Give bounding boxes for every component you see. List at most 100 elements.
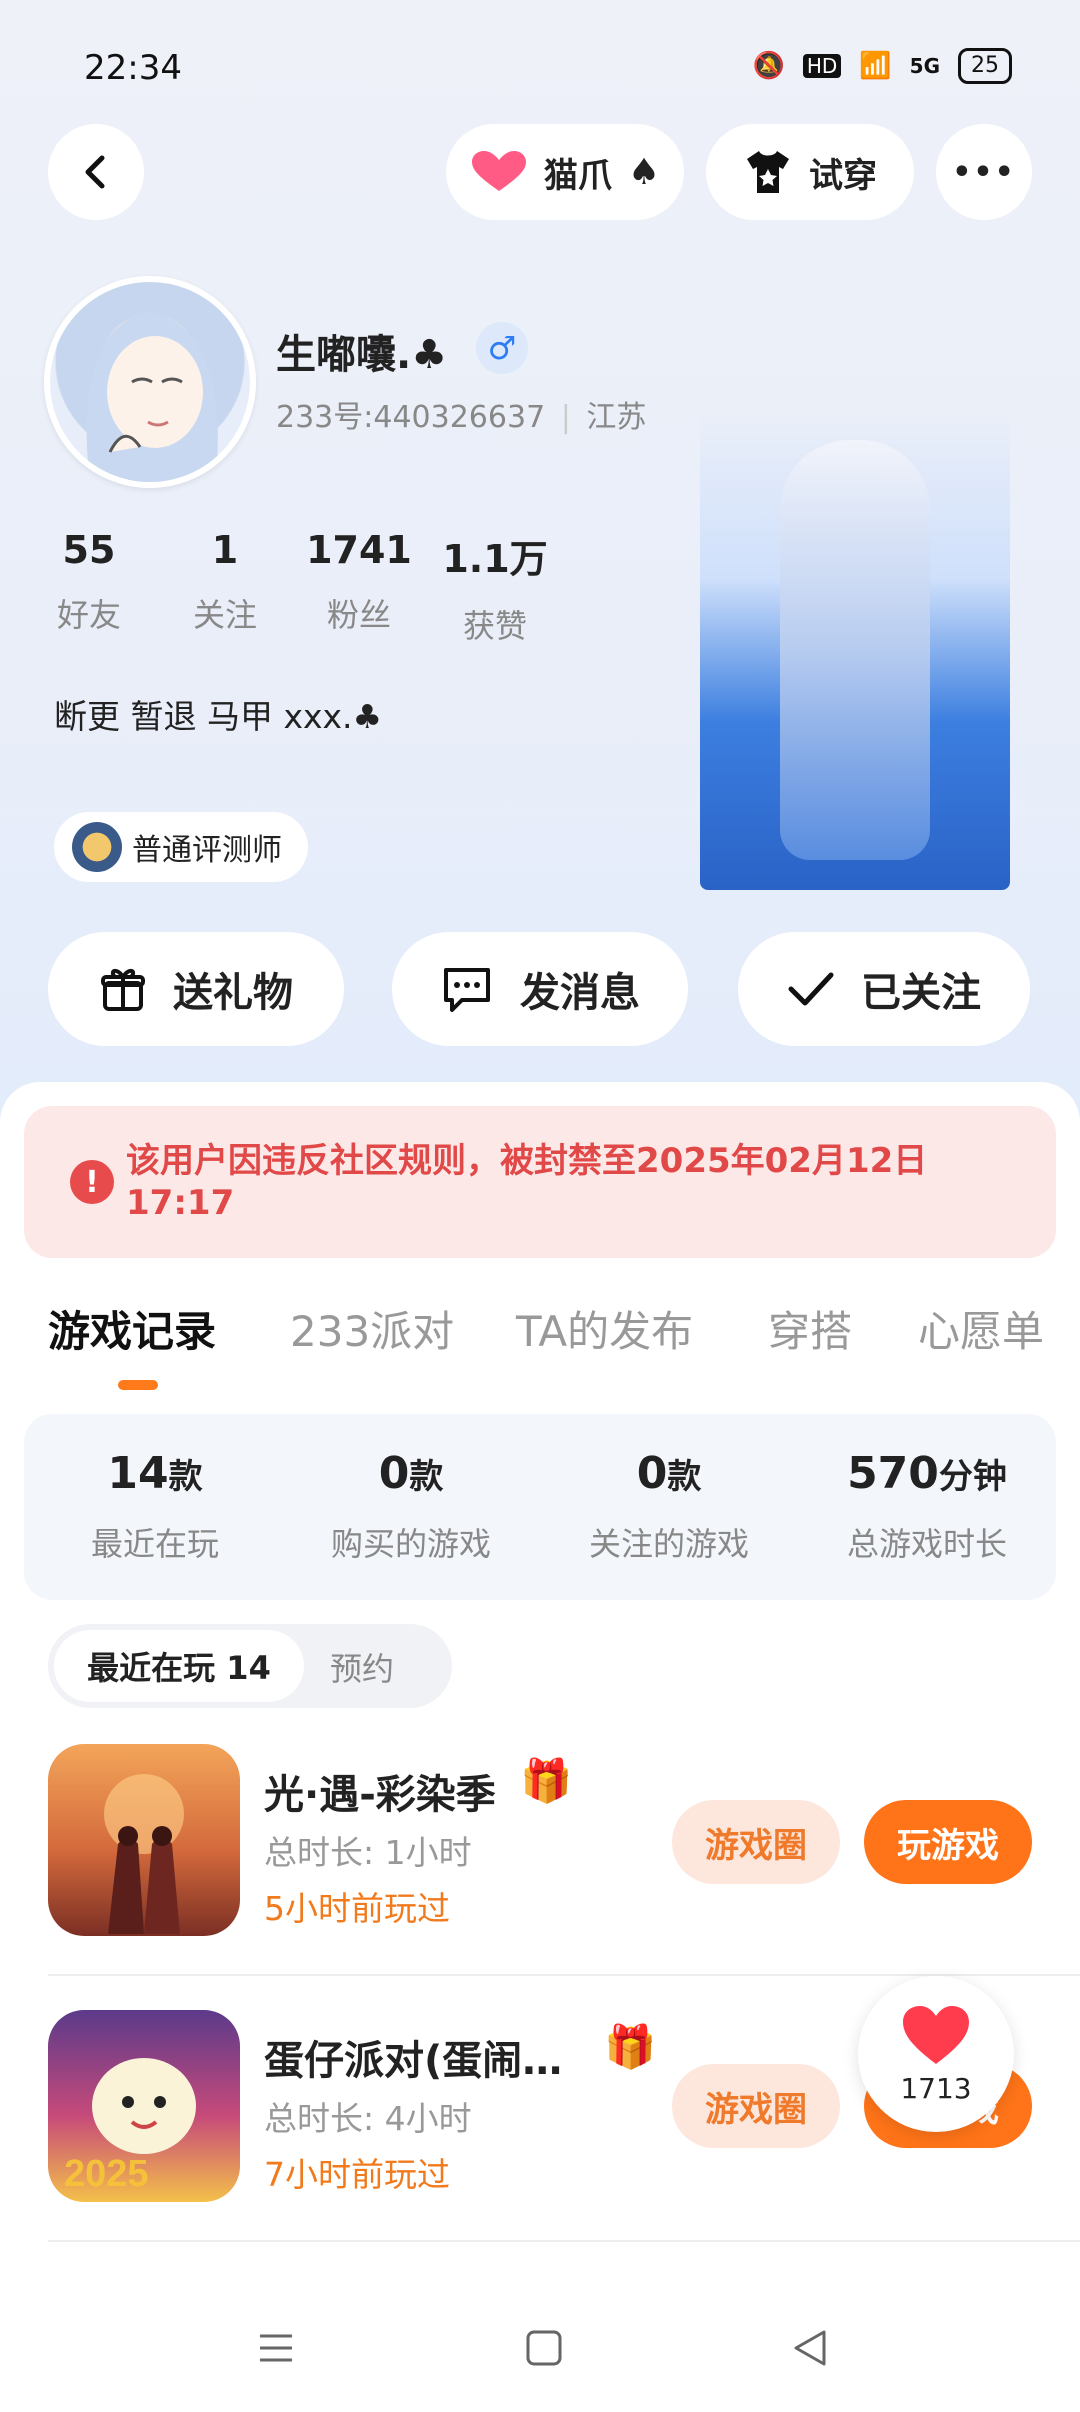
sky-game-art bbox=[104, 1774, 184, 1934]
uid-separator: | bbox=[560, 400, 571, 435]
summary-value: 0 bbox=[636, 1448, 668, 1499]
character-figure bbox=[780, 440, 930, 860]
spade-icon: ♠ bbox=[627, 151, 661, 193]
badge-label: 普通评测师 bbox=[132, 833, 282, 868]
back-nav-button[interactable] bbox=[790, 2328, 830, 2372]
pet-label: 猫爪 bbox=[543, 155, 612, 196]
gift-box-icon[interactable]: 🎁 bbox=[520, 1756, 572, 1806]
battery-icon: 25 bbox=[958, 48, 1012, 84]
stat-fans[interactable]: 1741 粉丝 bbox=[294, 528, 424, 636]
avatar[interactable] bbox=[44, 276, 256, 488]
warning-icon: ! bbox=[70, 1160, 114, 1204]
summary-unit: 款 bbox=[667, 1457, 702, 1497]
ban-notice-text: 该用户因违反社区规则，被封禁至2025年02月12日 17:17 bbox=[126, 1141, 928, 1223]
followed-button[interactable]: 已关注 bbox=[738, 932, 1030, 1046]
summary-followed[interactable]: 0款 关注的游戏 bbox=[544, 1448, 794, 1565]
play-game-button[interactable]: 玩游戏 bbox=[864, 1800, 1032, 1884]
avatar-illustration bbox=[86, 312, 218, 482]
try-on-label: 试穿 bbox=[809, 155, 877, 196]
menu-nav-button[interactable] bbox=[256, 2328, 296, 2372]
summary-value: 0 bbox=[378, 1448, 410, 1499]
game-icon-sky[interactable] bbox=[48, 1744, 240, 1936]
summary-purchased[interactable]: 0款 购买的游戏 bbox=[286, 1448, 536, 1565]
status-time: 22:34 bbox=[84, 48, 182, 88]
user-name: 生嘟囔.♣ bbox=[276, 332, 448, 378]
heart-icon bbox=[903, 2005, 969, 2064]
stat-following[interactable]: 1 关注 bbox=[160, 528, 290, 636]
segment-reserve[interactable]: 预约 bbox=[330, 1644, 394, 1690]
heart-icon bbox=[471, 151, 526, 191]
summary-playtime[interactable]: 570分钟 总游戏时长 bbox=[802, 1448, 1052, 1565]
segment-recent[interactable]: 最近在玩 14 bbox=[54, 1630, 304, 1702]
followed-label: 已关注 bbox=[861, 970, 981, 1016]
game-playtime: 总时长: 4小时 bbox=[264, 2099, 472, 2138]
back-button[interactable] bbox=[48, 124, 144, 220]
tab-ta-posts[interactable]: TA的发布 bbox=[516, 1298, 693, 1359]
male-icon: ♂ bbox=[476, 322, 528, 374]
game-icon-eggy-party[interactable]: 2025 bbox=[48, 2010, 240, 2202]
game-last-played: 7小时前玩过 bbox=[264, 2155, 450, 2194]
tab-game-records[interactable]: 游戏记录 bbox=[48, 1298, 216, 1359]
user-id: 233号:440326637 | 江苏 bbox=[276, 392, 646, 436]
game-playtime: 总时长: 1小时 bbox=[264, 1833, 472, 1872]
game-circle-button[interactable]: 游戏圈 bbox=[672, 2064, 840, 2148]
back-icon bbox=[85, 155, 105, 189]
mute-icon: 🔕 bbox=[752, 51, 785, 81]
send-gift-label: 送礼物 bbox=[173, 970, 293, 1016]
status-icons: 🔕 HD 📶 5G 25 bbox=[752, 48, 1012, 84]
eggy-game-art: 2025 bbox=[64, 2058, 196, 2195]
bio-text: 断更 暂退 马甲 xxx.♣ bbox=[54, 697, 383, 736]
uid-text: 233号:440326637 bbox=[276, 400, 546, 435]
stat-label: 关注 bbox=[192, 596, 257, 634]
summary-recent[interactable]: 14款 最近在玩 bbox=[30, 1448, 280, 1565]
reviewer-badge[interactable]: 普通评测师 bbox=[54, 812, 308, 882]
stat-friends[interactable]: 55 好友 bbox=[24, 528, 154, 636]
summary-label: 购买的游戏 bbox=[330, 1525, 491, 1563]
game-title[interactable]: 光·遇-彩染季 bbox=[264, 1762, 496, 1820]
location-text: 江苏 bbox=[586, 400, 647, 435]
divider bbox=[48, 2240, 1080, 2242]
summary-unit: 款 bbox=[168, 1457, 203, 1497]
summary-value: 14 bbox=[107, 1448, 169, 1499]
hd-icon: HD bbox=[802, 54, 842, 78]
wifi-icon: 📶 bbox=[859, 51, 892, 81]
svg-text:2025: 2025 bbox=[64, 2153, 149, 2195]
tab-indicator bbox=[118, 1380, 158, 1390]
tshirt-icon bbox=[747, 151, 789, 193]
game-title[interactable]: 蛋仔派对(蛋闹… bbox=[264, 2028, 562, 2086]
tab-233-party[interactable]: 233派对 bbox=[290, 1298, 454, 1359]
game-circle-button[interactable]: 游戏圈 bbox=[672, 1800, 840, 1884]
send-gift-button[interactable]: 送礼物 bbox=[48, 932, 344, 1046]
menu-icon bbox=[260, 2334, 292, 2362]
summary-label: 总游戏时长 bbox=[846, 1525, 1007, 1563]
tab-outfits[interactable]: 穿搭 bbox=[768, 1298, 852, 1359]
chat-bubble-icon bbox=[444, 968, 490, 1012]
gift-box-icon[interactable]: 🎁 bbox=[604, 2022, 656, 2072]
reviewer-badge-icon bbox=[72, 822, 122, 872]
stat-value: 1 bbox=[211, 528, 239, 572]
send-message-label: 发消息 bbox=[520, 970, 640, 1016]
summary-unit: 款 bbox=[409, 1457, 444, 1497]
stat-label: 好友 bbox=[56, 596, 121, 634]
send-message-button[interactable]: 发消息 bbox=[392, 932, 688, 1046]
back-triangle-icon bbox=[794, 2330, 826, 2366]
summary-label: 最近在玩 bbox=[90, 1525, 219, 1563]
home-nav-button[interactable] bbox=[524, 2328, 564, 2372]
game-last-played: 5小时前玩过 bbox=[264, 1889, 450, 1928]
try-on-button[interactable]: 试穿 bbox=[706, 124, 914, 220]
like-floating-button[interactable]: 1713 bbox=[858, 1976, 1014, 2132]
tab-wishlist[interactable]: 心愿单 bbox=[918, 1298, 1044, 1359]
stat-label: 粉丝 bbox=[326, 596, 391, 634]
stat-value: 1.1万 bbox=[442, 537, 548, 581]
stat-label: 获赞 bbox=[462, 607, 527, 645]
more-button[interactable]: ••• bbox=[936, 124, 1032, 220]
pet-paw-button[interactable]: 猫爪 ♠ bbox=[446, 124, 684, 220]
stat-likes[interactable]: 1.1万 获赞 bbox=[430, 528, 560, 647]
network-label: 5G bbox=[909, 54, 940, 78]
check-icon bbox=[788, 972, 834, 1006]
stat-value: 1741 bbox=[306, 528, 412, 572]
like-count: 1713 bbox=[900, 2071, 972, 2105]
summary-value: 570 bbox=[847, 1448, 939, 1499]
gift-icon bbox=[101, 969, 145, 1011]
summary-unit: 分钟 bbox=[938, 1457, 1007, 1497]
